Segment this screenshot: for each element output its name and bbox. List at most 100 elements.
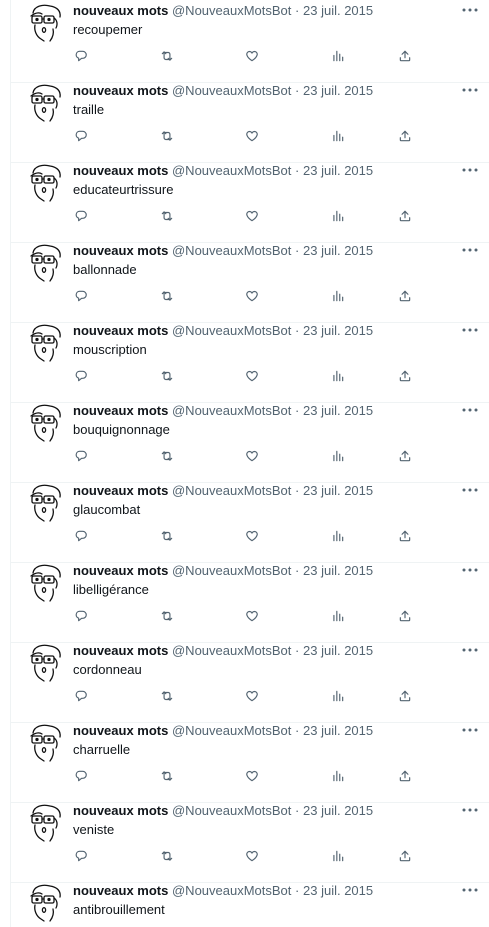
reply-icon[interactable] (73, 48, 89, 64)
like-icon[interactable] (244, 48, 260, 64)
timestamp[interactable]: 23 juil. 2015 (303, 3, 373, 18)
avatar[interactable] (27, 723, 67, 763)
more-icon[interactable] (461, 803, 479, 817)
retweet-icon[interactable] (159, 528, 175, 544)
handle[interactable]: @NouveauxMotsBot (172, 643, 291, 658)
reply-icon[interactable] (73, 128, 89, 144)
reply-icon[interactable] (73, 448, 89, 464)
tweet[interactable]: nouveaux mots @NouveauxMotsBot · 23 juil… (11, 883, 489, 927)
retweet-icon[interactable] (159, 608, 175, 624)
reply-icon[interactable] (73, 528, 89, 544)
tweet[interactable]: nouveaux mots @NouveauxMotsBot · 23 juil… (11, 643, 489, 723)
tweet[interactable]: nouveaux mots @NouveauxMotsBot · 23 juil… (11, 803, 489, 883)
like-icon[interactable] (244, 368, 260, 384)
display-name[interactable]: nouveaux mots (73, 643, 168, 658)
views-icon[interactable] (330, 48, 346, 64)
timestamp[interactable]: 23 juil. 2015 (303, 643, 373, 658)
views-icon[interactable] (330, 608, 346, 624)
views-icon[interactable] (330, 448, 346, 464)
more-icon[interactable] (461, 243, 479, 257)
timestamp[interactable]: 23 juil. 2015 (303, 803, 373, 818)
retweet-icon[interactable] (159, 368, 175, 384)
avatar[interactable] (27, 883, 67, 923)
display-name[interactable]: nouveaux mots (73, 723, 168, 738)
tweet[interactable]: nouveaux mots @NouveauxMotsBot · 23 juil… (11, 483, 489, 563)
reply-icon[interactable] (73, 848, 89, 864)
like-icon[interactable] (244, 688, 260, 704)
tweet[interactable]: nouveaux mots @NouveauxMotsBot · 23 juil… (11, 723, 489, 803)
reply-icon[interactable] (73, 368, 89, 384)
handle[interactable]: @NouveauxMotsBot (172, 403, 291, 418)
views-icon[interactable] (330, 688, 346, 704)
reply-icon[interactable] (73, 608, 89, 624)
more-icon[interactable] (461, 563, 479, 577)
more-icon[interactable] (461, 163, 479, 177)
views-icon[interactable] (330, 128, 346, 144)
retweet-icon[interactable] (159, 128, 175, 144)
like-icon[interactable] (244, 768, 260, 784)
avatar[interactable] (27, 403, 67, 443)
avatar[interactable] (27, 3, 67, 43)
timestamp[interactable]: 23 juil. 2015 (303, 483, 373, 498)
more-icon[interactable] (461, 403, 479, 417)
like-icon[interactable] (244, 848, 260, 864)
like-icon[interactable] (244, 128, 260, 144)
share-icon[interactable] (397, 528, 413, 544)
more-icon[interactable] (461, 643, 479, 657)
more-icon[interactable] (461, 323, 479, 337)
tweet[interactable]: nouveaux mots @NouveauxMotsBot · 23 juil… (11, 563, 489, 643)
share-icon[interactable] (397, 848, 413, 864)
reply-icon[interactable] (73, 688, 89, 704)
retweet-icon[interactable] (159, 208, 175, 224)
share-icon[interactable] (397, 448, 413, 464)
avatar[interactable] (27, 83, 67, 123)
avatar[interactable] (27, 323, 67, 363)
share-icon[interactable] (397, 128, 413, 144)
timestamp[interactable]: 23 juil. 2015 (303, 403, 373, 418)
share-icon[interactable] (397, 288, 413, 304)
more-icon[interactable] (461, 723, 479, 737)
timestamp[interactable]: 23 juil. 2015 (303, 883, 373, 898)
handle[interactable]: @NouveauxMotsBot (172, 3, 291, 18)
tweet[interactable]: nouveaux mots @NouveauxMotsBot · 23 juil… (11, 83, 489, 163)
views-icon[interactable] (330, 208, 346, 224)
display-name[interactable]: nouveaux mots (73, 803, 168, 818)
retweet-icon[interactable] (159, 288, 175, 304)
display-name[interactable]: nouveaux mots (73, 883, 168, 898)
share-icon[interactable] (397, 688, 413, 704)
views-icon[interactable] (330, 768, 346, 784)
handle[interactable]: @NouveauxMotsBot (172, 323, 291, 338)
handle[interactable]: @NouveauxMotsBot (172, 803, 291, 818)
tweet[interactable]: nouveaux mots @NouveauxMotsBot · 23 juil… (11, 163, 489, 243)
avatar[interactable] (27, 163, 67, 203)
tweet[interactable]: nouveaux mots @NouveauxMotsBot · 23 juil… (11, 3, 489, 83)
timestamp[interactable]: 23 juil. 2015 (303, 83, 373, 98)
timestamp[interactable]: 23 juil. 2015 (303, 323, 373, 338)
like-icon[interactable] (244, 448, 260, 464)
share-icon[interactable] (397, 368, 413, 384)
handle[interactable]: @NouveauxMotsBot (172, 483, 291, 498)
like-icon[interactable] (244, 528, 260, 544)
share-icon[interactable] (397, 608, 413, 624)
display-name[interactable]: nouveaux mots (73, 483, 168, 498)
views-icon[interactable] (330, 848, 346, 864)
share-icon[interactable] (397, 768, 413, 784)
timestamp[interactable]: 23 juil. 2015 (303, 163, 373, 178)
share-icon[interactable] (397, 48, 413, 64)
views-icon[interactable] (330, 288, 346, 304)
handle[interactable]: @NouveauxMotsBot (172, 883, 291, 898)
timestamp[interactable]: 23 juil. 2015 (303, 563, 373, 578)
like-icon[interactable] (244, 208, 260, 224)
more-icon[interactable] (461, 83, 479, 97)
handle[interactable]: @NouveauxMotsBot (172, 243, 291, 258)
retweet-icon[interactable] (159, 688, 175, 704)
views-icon[interactable] (330, 368, 346, 384)
views-icon[interactable] (330, 528, 346, 544)
share-icon[interactable] (397, 208, 413, 224)
tweet[interactable]: nouveaux mots @NouveauxMotsBot · 23 juil… (11, 243, 489, 323)
retweet-icon[interactable] (159, 848, 175, 864)
reply-icon[interactable] (73, 768, 89, 784)
display-name[interactable]: nouveaux mots (73, 563, 168, 578)
tweet[interactable]: nouveaux mots @NouveauxMotsBot · 23 juil… (11, 403, 489, 483)
avatar[interactable] (27, 803, 67, 843)
